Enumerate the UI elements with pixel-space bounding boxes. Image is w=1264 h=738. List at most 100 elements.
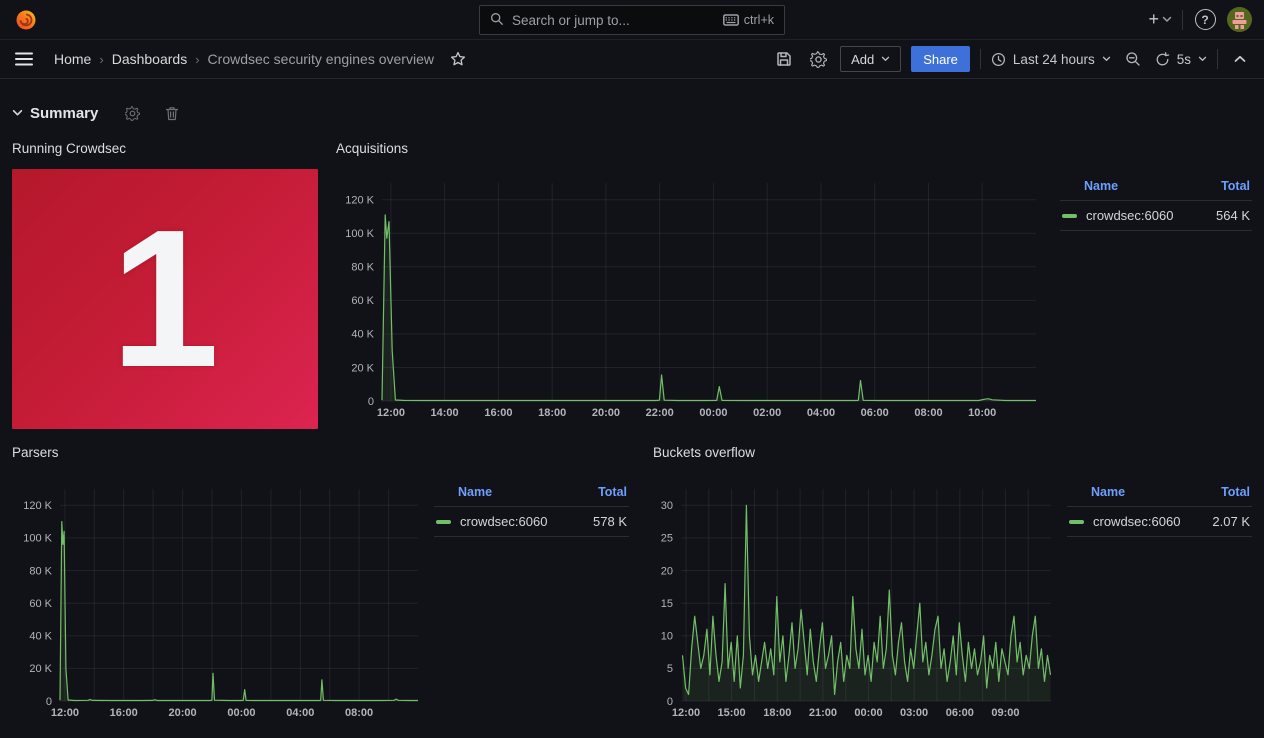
refresh-interval-label: 5s <box>1177 52 1191 67</box>
panel-title[interactable]: Buckets overflow <box>653 445 1252 465</box>
legend-row[interactable]: crowdsec:6060 564 K <box>1060 201 1252 231</box>
breadcrumb-dashboards[interactable]: Dashboards <box>112 51 188 67</box>
breadcrumb-current: Crowdsec security engines overview <box>208 51 434 67</box>
time-range-picker[interactable]: Last 24 hours <box>991 52 1111 67</box>
svg-text:18:00: 18:00 <box>763 707 791 719</box>
svg-text:0: 0 <box>368 396 374 408</box>
running-crowdsec-stat[interactable]: 1 <box>12 169 318 429</box>
grafana-logo[interactable] <box>12 6 39 33</box>
acquisitions-chart[interactable]: 020 K40 K60 K80 K100 K120 K12:0014:0016:… <box>336 175 1042 421</box>
legend-header: Name Total <box>1060 177 1252 201</box>
chevron-down-icon <box>1162 16 1172 23</box>
row-toggle-summary[interactable]: Summary <box>12 105 98 122</box>
svg-text:20 K: 20 K <box>29 663 52 675</box>
parsers-chart[interactable]: 020 K40 K60 K80 K100 K120 K12:0016:0020:… <box>12 481 424 721</box>
svg-text:30: 30 <box>661 500 673 512</box>
toolbar-divider <box>1217 49 1218 69</box>
svg-text:06:00: 06:00 <box>861 407 889 419</box>
svg-text:20:00: 20:00 <box>169 707 197 719</box>
panel-title[interactable]: Running Crowdsec <box>12 141 318 161</box>
svg-text:06:00: 06:00 <box>946 707 974 719</box>
help-button[interactable]: ? <box>1193 6 1217 34</box>
series-total: 564 K <box>1216 208 1250 223</box>
legend-total-header[interactable]: Total <box>1221 179 1250 193</box>
svg-text:25: 25 <box>661 533 673 545</box>
legend-total-header[interactable]: Total <box>1221 485 1250 499</box>
legend-name-header[interactable]: Name <box>1091 485 1125 499</box>
svg-text:02:00: 02:00 <box>753 407 781 419</box>
buckets-overflow-chart[interactable]: 05101520253012:0015:0018:0021:0000:0003:… <box>653 481 1057 721</box>
time-range-label: Last 24 hours <box>1013 52 1095 67</box>
refresh-picker[interactable]: 5s <box>1155 52 1207 67</box>
toolbar-divider <box>980 49 981 69</box>
row-header-summary: Summary <box>12 87 1252 141</box>
svg-text:16:00: 16:00 <box>484 407 512 419</box>
dashboard-settings-button[interactable] <box>806 45 830 73</box>
legend-name-header[interactable]: Name <box>1084 179 1118 193</box>
svg-text:00:00: 00:00 <box>227 707 255 719</box>
svg-text:04:00: 04:00 <box>286 707 314 719</box>
legend-header: Name Total <box>434 483 629 507</box>
legend-row[interactable]: crowdsec:6060 578 K <box>434 507 629 537</box>
row-settings-button[interactable] <box>120 99 144 127</box>
svg-text:80 K: 80 K <box>29 565 52 577</box>
question-icon: ? <box>1195 9 1216 30</box>
svg-text:0: 0 <box>667 696 673 708</box>
new-menu-button[interactable]: + <box>1148 9 1172 30</box>
breadcrumb-home[interactable]: Home <box>54 51 91 67</box>
breadcrumb-separator: › <box>99 52 103 67</box>
svg-text:08:00: 08:00 <box>345 707 373 719</box>
panel-acquisitions: Acquisitions 020 K40 K60 K80 K100 K120 K… <box>324 141 1252 429</box>
search-shortcut: ctrl+k <box>723 13 774 27</box>
zoom-out-time-button[interactable] <box>1121 45 1145 73</box>
clock-icon <box>991 52 1006 67</box>
series-color-swatch <box>1062 214 1077 218</box>
svg-text:60 K: 60 K <box>351 295 374 307</box>
chevron-down-icon <box>12 109 23 117</box>
panel-parsers: Parsers 020 K40 K60 K80 K100 K120 K12:00… <box>12 445 629 721</box>
panel-buckets-overflow: Buckets overflow 05101520253012:0015:001… <box>643 445 1252 721</box>
gear-icon <box>125 106 140 121</box>
series-name: crowdsec:6060 <box>1093 514 1180 529</box>
series-color-swatch <box>1069 520 1084 524</box>
parsers-legend: Name Total crowdsec:6060 578 K <box>434 481 629 537</box>
plus-icon: + <box>1148 9 1159 30</box>
legend-row[interactable]: crowdsec:6060 2.07 K <box>1067 507 1252 537</box>
legend-name-header[interactable]: Name <box>458 485 492 499</box>
legend-header: Name Total <box>1067 483 1252 507</box>
gear-icon <box>810 51 827 68</box>
svg-text:80 K: 80 K <box>351 262 374 274</box>
svg-text:08:00: 08:00 <box>914 407 942 419</box>
panel-title[interactable]: Acquisitions <box>336 141 1252 161</box>
series-name: crowdsec:6060 <box>1086 208 1173 223</box>
svg-text:10:00: 10:00 <box>968 407 996 419</box>
buckets-legend: Name Total crowdsec:6060 2.07 K <box>1067 481 1252 537</box>
svg-text:40 K: 40 K <box>351 329 374 341</box>
svg-text:12:00: 12:00 <box>377 407 405 419</box>
nav-divider <box>1182 10 1183 30</box>
svg-text:12:00: 12:00 <box>51 707 79 719</box>
legend-total-header[interactable]: Total <box>598 485 627 499</box>
add-panel-button[interactable]: Add <box>840 46 901 72</box>
refresh-icon <box>1155 52 1170 67</box>
svg-text:18:00: 18:00 <box>538 407 566 419</box>
breadcrumb: Home › Dashboards › Crowdsec security en… <box>54 51 434 67</box>
share-button[interactable]: Share <box>911 46 970 72</box>
favorite-button[interactable] <box>446 45 470 73</box>
row-title: Summary <box>30 105 98 122</box>
chevron-up-icon <box>1234 55 1246 63</box>
collapse-toolbar-button[interactable] <box>1228 45 1252 73</box>
svg-text:10: 10 <box>661 631 673 643</box>
save-dashboard-button[interactable] <box>772 45 796 73</box>
user-avatar[interactable] <box>1227 7 1252 32</box>
panel-running-crowdsec: Running Crowdsec 1 <box>12 141 318 429</box>
top-nav: Search or jump to... ctrl+k + ? <box>0 0 1264 40</box>
search-input[interactable]: Search or jump to... ctrl+k <box>479 5 785 35</box>
svg-text:14:00: 14:00 <box>431 407 459 419</box>
svg-text:40 K: 40 K <box>29 631 52 643</box>
svg-text:09:00: 09:00 <box>991 707 1019 719</box>
row-delete-button[interactable] <box>160 99 184 127</box>
panel-title[interactable]: Parsers <box>12 445 629 465</box>
menu-toggle-button[interactable] <box>12 45 36 73</box>
svg-text:00:00: 00:00 <box>699 407 727 419</box>
